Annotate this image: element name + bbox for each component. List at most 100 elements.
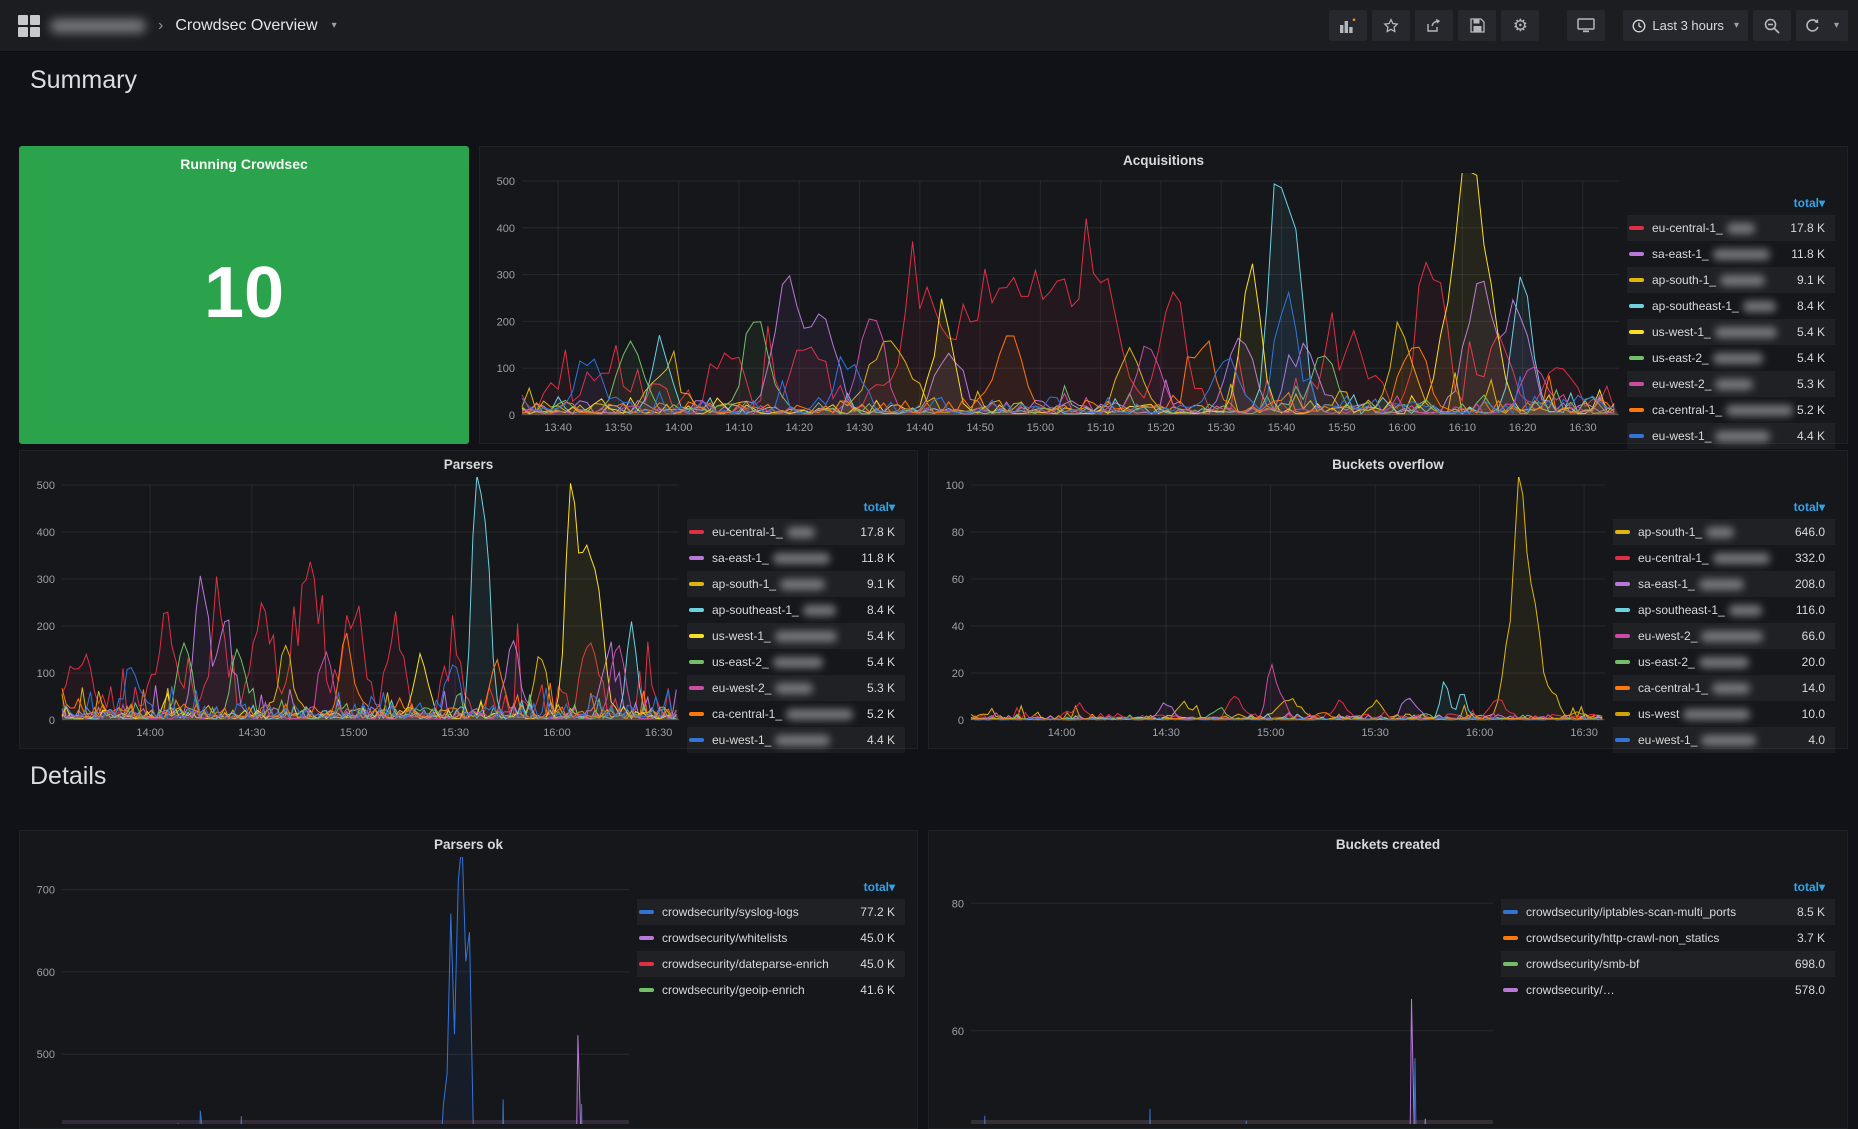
legend-row-ap-southeast-1_[interactable]: ap-southeast-1_8.4 K — [1627, 293, 1835, 319]
series-name-blurred-part — [1699, 579, 1744, 590]
legend-row-ap-south-1_[interactable]: ap-south-1_9.1 K — [1627, 267, 1835, 293]
legend-row-eu-west-1_[interactable]: eu-west-1_4.4 K — [1627, 423, 1835, 449]
series-total-value: 5.2 K — [1797, 403, 1825, 417]
chevron-right-icon: › — [158, 17, 163, 35]
legend-row-eu-central-1_[interactable]: eu-central-1_17.8 K — [1627, 215, 1835, 241]
legend-total-sort[interactable]: total▾ — [864, 880, 905, 894]
series-name: us-east-2_ — [1652, 351, 1709, 365]
refresh-button[interactable]: ▾ — [1796, 10, 1848, 41]
svg-text:100: 100 — [497, 363, 515, 375]
series-color-swatch — [1629, 434, 1644, 438]
chart-area-acquisitions[interactable]: 010020030040050013:4013:5014:0014:1014:2… — [480, 173, 1627, 439]
legend-total-sort[interactable]: total▾ — [1794, 196, 1835, 210]
chart-svg-buckets-created: 6080 — [929, 857, 1501, 1124]
legend-row-us-east-2_[interactable]: us-east-2_5.4 K — [687, 649, 905, 675]
chevron-down-icon: ▾ — [1734, 20, 1739, 31]
save-button[interactable] — [1458, 10, 1496, 41]
chevron-down-icon[interactable]: ▾ — [332, 20, 337, 31]
legend-row-sa-east-1_[interactable]: sa-east-1_11.8 K — [1627, 241, 1835, 267]
series-name-blurred-part — [775, 735, 830, 746]
legend-row-crowdsecurity/syslog-logs[interactable]: crowdsecurity/syslog-logs77.2 K — [637, 899, 905, 925]
zoom-out-button[interactable] — [1753, 10, 1791, 41]
series-name-blurred-part — [1715, 327, 1777, 338]
legend-row-ap-south-1_[interactable]: ap-south-1_9.1 K — [687, 571, 905, 597]
svg-text:14:00: 14:00 — [1048, 727, 1076, 739]
legend-row-crowdsecurity/geoip-enrich[interactable]: crowdsecurity/geoip-enrich41.6 K — [637, 977, 905, 1003]
series-name: eu-central-1_ — [1638, 551, 1709, 565]
panel-title-buckets-overflow[interactable]: Buckets overflow — [929, 451, 1847, 477]
panel-title-parsers-ok[interactable]: Parsers ok — [20, 831, 917, 857]
series-name: ca-central-1_ — [1638, 681, 1708, 695]
legend-row-eu-west-2_[interactable]: eu-west-2_5.3 K — [687, 675, 905, 701]
svg-text:13:40: 13:40 — [544, 422, 572, 434]
legend-row-eu-central-1_[interactable]: eu-central-1_332.0 — [1613, 545, 1835, 571]
legend-row-us-west[interactable]: us-west10.0 — [1613, 701, 1835, 727]
legend-row-crowdsecurity/http-crawl-non_statics[interactable]: crowdsecurity/http-crawl-non_statics3.7 … — [1501, 925, 1835, 951]
series-color-swatch — [689, 530, 704, 534]
chart-area-parsers[interactable]: 010020030040050014:0014:3015:0015:3016:0… — [20, 477, 687, 744]
legend-row-ca-central-1_[interactable]: ca-central-1_5.2 K — [687, 701, 905, 727]
settings-button[interactable]: ⚙ — [1501, 10, 1539, 41]
add-panel-button[interactable] — [1329, 10, 1367, 41]
series-name: ap-southeast-1_ — [712, 603, 799, 617]
stat-panel-title[interactable]: Running Crowdsec — [180, 156, 308, 172]
legend-parsers: total▾ eu-central-1_17.8 Ksa-east-1_11.8 … — [687, 477, 905, 753]
legend-row-eu-west-2_[interactable]: eu-west-2_66.0 — [1613, 623, 1835, 649]
legend-row-sa-east-1_[interactable]: sa-east-1_11.8 K — [687, 545, 905, 571]
legend-total-sort[interactable]: total▾ — [1794, 880, 1835, 894]
refresh-interval-caret[interactable]: ▾ — [1834, 20, 1839, 31]
time-range-label: Last 3 hours — [1652, 18, 1724, 33]
panel-title-parsers[interactable]: Parsers — [20, 451, 917, 477]
legend-row-eu-central-1_[interactable]: eu-central-1_17.8 K — [687, 519, 905, 545]
series-total-value: 4.4 K — [867, 733, 895, 747]
legend-row-ap-southeast-1_[interactable]: ap-southeast-1_8.4 K — [687, 597, 905, 623]
row-header-summary[interactable]: Summary — [30, 66, 137, 95]
legend-row-crowdsecurity/whitelists[interactable]: crowdsecurity/whitelists45.0 K — [637, 925, 905, 951]
star-button[interactable] — [1372, 10, 1410, 41]
cycle-view-button[interactable] — [1567, 10, 1605, 41]
series-total-value: 5.4 K — [867, 629, 895, 643]
chart-area-parsers-ok[interactable]: 500600700 — [20, 857, 637, 1124]
legend-row-us-west-1_[interactable]: us-west-1_ 5.4 K — [687, 623, 905, 649]
svg-text:300: 300 — [497, 270, 515, 282]
time-range-picker[interactable]: Last 3 hours ▾ — [1623, 10, 1748, 41]
chart-area-buckets-overflow[interactable]: 02040608010014:0014:3015:0015:3016:0016:… — [929, 477, 1613, 744]
share-button[interactable] — [1415, 10, 1453, 41]
legend-row-ca-central-1_[interactable]: ca-central-1_ 5.2 K — [1627, 397, 1835, 423]
series-total-value: 5.3 K — [867, 681, 895, 695]
legend-row-sa-east-1_[interactable]: sa-east-1_208.0 — [1613, 571, 1835, 597]
legend-total-sort[interactable]: total▾ — [1794, 500, 1835, 514]
legend-row-ap-south-1_[interactable]: ap-south-1_646.0 — [1613, 519, 1835, 545]
series-name: us-west-1_ — [712, 629, 771, 643]
svg-text:13:50: 13:50 — [605, 422, 633, 434]
legend-row-crowdsecurity/iptables-scan-multi_ports[interactable]: crowdsecurity/iptables-scan-multi_ports8… — [1501, 899, 1835, 925]
legend-row-ap-southeast-1_[interactable]: ap-southeast-1_116.0 — [1613, 597, 1835, 623]
series-fill-crowdsecurity/whitelists — [62, 1035, 629, 1124]
legend-row-eu-west-2_[interactable]: eu-west-2_5.3 K — [1627, 371, 1835, 397]
legend-row-crowdsecurity/…[interactable]: crowdsecurity/…578.0 — [1501, 977, 1835, 1003]
dashboards-grid-icon[interactable] — [18, 15, 40, 37]
legend-row-crowdsecurity/smb-bf[interactable]: crowdsecurity/smb-bf698.0 — [1501, 951, 1835, 977]
series-name: ca-central-1_ — [1652, 403, 1722, 417]
svg-text:14:00: 14:00 — [665, 422, 693, 434]
legend-row-us-west-1_[interactable]: us-west-1_5.4 K — [1627, 319, 1835, 345]
legend-row-us-east-2_[interactable]: us-east-2_5.4 K — [1627, 345, 1835, 371]
series-total-value: 646.0 — [1795, 525, 1825, 539]
panel-title-buckets-created[interactable]: Buckets created — [929, 831, 1847, 857]
legend-row-crowdsecurity/dateparse-enrich[interactable]: crowdsecurity/dateparse-enrich45.0 K — [637, 951, 905, 977]
legend-row-ca-central-1_[interactable]: ca-central-1_14.0 — [1613, 675, 1835, 701]
series-name-blurred-part — [803, 605, 836, 616]
legend-row-eu-west-1_[interactable]: eu-west-1_4.0 — [1613, 727, 1835, 753]
series-total-value: 10.0 — [1802, 707, 1825, 721]
series-color-swatch — [1503, 936, 1518, 940]
panel-title-acquisitions[interactable]: Acquisitions — [480, 147, 1847, 173]
series-name-blurred-part — [775, 631, 837, 642]
series-total-value: 698.0 — [1795, 957, 1825, 971]
legend-row-us-east-2_[interactable]: us-east-2_20.0 — [1613, 649, 1835, 675]
dashboard-title[interactable]: Crowdsec Overview — [175, 17, 317, 35]
legend-row-eu-west-1_[interactable]: eu-west-1_4.4 K — [687, 727, 905, 753]
series-name: crowdsecurity/iptables-scan-multi_ports — [1526, 905, 1736, 919]
legend-total-sort[interactable]: total▾ — [864, 500, 905, 514]
row-header-details[interactable]: Details — [30, 762, 106, 791]
chart-area-buckets-created[interactable]: 6080 — [929, 857, 1501, 1124]
